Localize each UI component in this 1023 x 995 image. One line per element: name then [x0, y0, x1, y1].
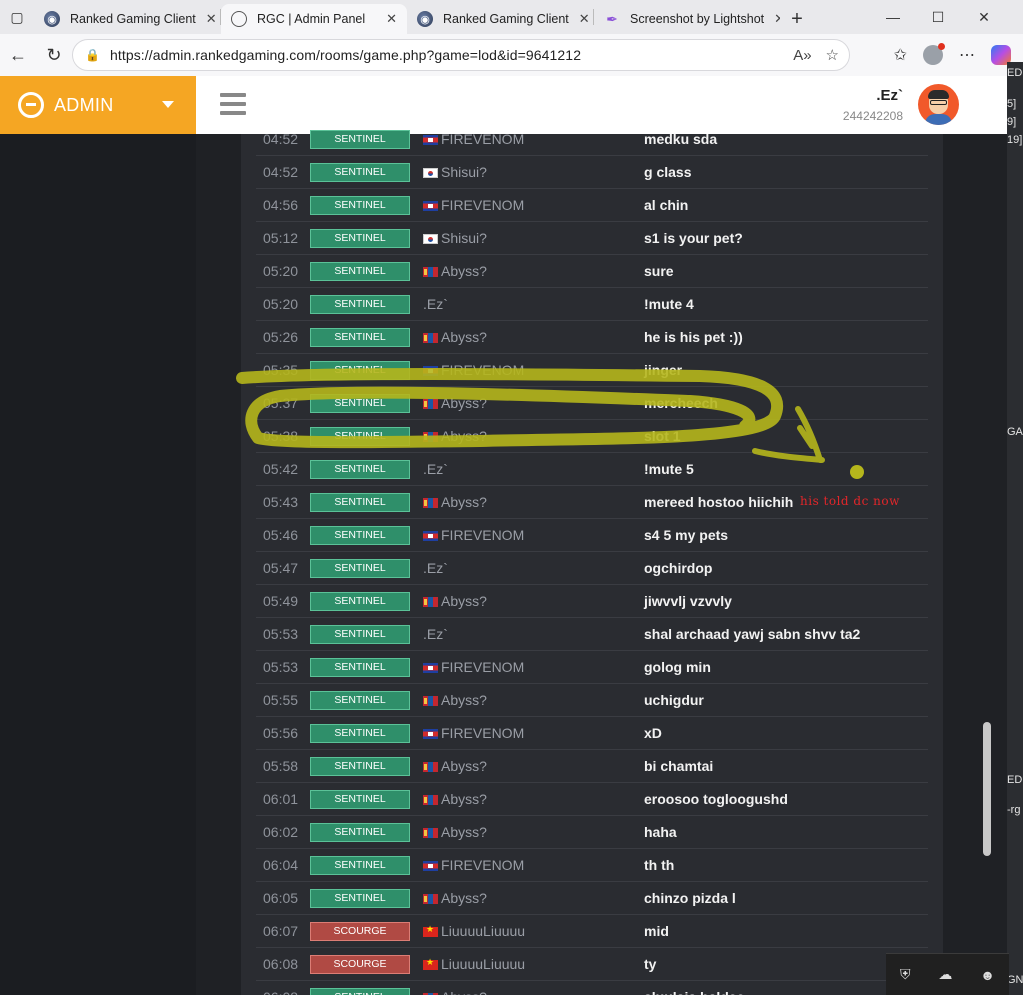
- minimize-icon[interactable]: —: [870, 0, 916, 34]
- maximize-icon[interactable]: ☐: [915, 0, 961, 34]
- tab-title: RGC | Admin Panel: [257, 12, 366, 26]
- security-shield-icon[interactable]: ⛨: [900, 966, 911, 983]
- highlight-loop: [236, 368, 783, 449]
- peek-label: 9]: [1007, 116, 1017, 128]
- address-toolbar: ← ↻ 🔒 https://admin.rankedgaming.com/roo…: [0, 34, 1023, 76]
- favorites-icon[interactable]: ✩: [894, 45, 907, 65]
- url-text: https://admin.rankedgaming.com/rooms/gam…: [109, 47, 582, 63]
- lock-icon[interactable]: 🔒: [85, 48, 100, 62]
- peek-label: ED: [1007, 67, 1023, 79]
- highlight-annotation: [236, 368, 864, 479]
- close-icon[interactable]: ✕: [196, 11, 217, 27]
- peek-label: 5]: [1007, 98, 1017, 110]
- cloud-off-icon[interactable]: ☁: [938, 966, 952, 983]
- admin-page: ADMIN .Ez` 244242208 04:52 SENTINEL FIREVE…: [0, 76, 1007, 995]
- system-tray: ⛨ ☁ ☻: [886, 953, 1009, 995]
- close-icon[interactable]: ✕: [764, 11, 780, 27]
- scrollbar-thumb[interactable]: [983, 722, 991, 856]
- window-close-icon[interactable]: ✕: [961, 0, 1007, 34]
- annotation-dot: [850, 465, 864, 479]
- tab-title: Ranked Gaming Client: [443, 12, 569, 26]
- more-icon[interactable]: ⋯: [959, 45, 975, 65]
- peek-label: ED: [1007, 774, 1023, 786]
- arrow-icon: [752, 406, 825, 463]
- app-tray-icon[interactable]: ☻: [980, 967, 995, 983]
- tab-1[interactable]: RGC | Admin Panel ✕: [221, 4, 407, 34]
- peek-label: 19]: [1007, 134, 1023, 146]
- back-icon[interactable]: ←: [0, 37, 36, 73]
- rgc-icon: ◉: [417, 11, 433, 27]
- page-scrollbar[interactable]: [983, 76, 999, 995]
- peek-label: GA: [1007, 426, 1023, 438]
- tab-3[interactable]: ✒ Screenshot by Lightshot ✕: [594, 4, 780, 34]
- peek-label: -rg: [1007, 804, 1021, 816]
- tab-2[interactable]: ◉ Ranked Gaming Client ✕: [407, 4, 593, 34]
- close-icon[interactable]: ✕: [569, 11, 590, 27]
- tab-0[interactable]: ◉ Ranked Gaming Client ✕: [34, 4, 220, 34]
- tab-title: Screenshot by Lightshot: [630, 12, 765, 26]
- read-aloud-icon[interactable]: A»: [793, 47, 811, 64]
- background-window-peek: ED 5] 9] 19] GA ED -rg GN: [1007, 62, 1023, 995]
- favorite-star-icon[interactable]: ☆: [826, 46, 839, 64]
- address-bar[interactable]: 🔒 https://admin.rankedgaming.com/rooms/g…: [72, 39, 850, 71]
- rgc-icon: ◉: [44, 11, 60, 27]
- tab-title: Ranked Gaming Client: [70, 12, 196, 26]
- annotation-text: his told dc now: [800, 494, 900, 508]
- feather-icon: ✒: [606, 10, 618, 27]
- reload-icon[interactable]: ↻: [36, 37, 72, 73]
- close-icon[interactable]: ✕: [376, 11, 397, 27]
- peek-label: GN: [1007, 974, 1023, 986]
- tab-actions-icon[interactable]: ▢: [0, 0, 34, 34]
- globe-icon: [231, 11, 247, 27]
- new-tab-icon[interactable]: +: [780, 4, 814, 34]
- profile-icon[interactable]: [923, 43, 945, 65]
